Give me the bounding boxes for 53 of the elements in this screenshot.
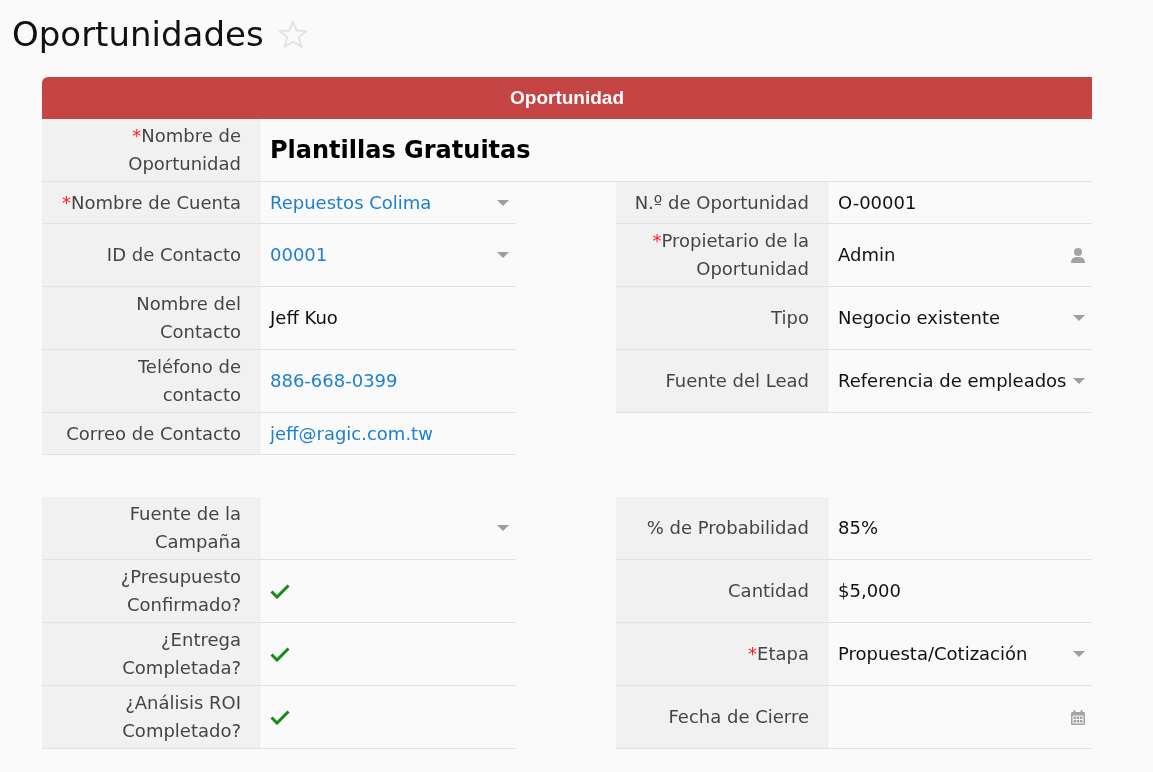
dropdown-field[interactable]: Referencia de empleados (828, 350, 1092, 413)
text-field[interactable]: 886-668-0399 (260, 350, 516, 413)
field-value: Plantillas Gratuitas (270, 135, 531, 166)
field-label: ¿Análisis ROI Completado? (42, 686, 260, 749)
field-label: Tipo (616, 287, 828, 350)
user-field[interactable]: Admin (828, 224, 1092, 287)
field-value: Negocio existente (838, 306, 1001, 330)
caret-icon (497, 199, 509, 206)
field-label: Fuente del Lead (616, 350, 828, 413)
field-label: Fuente de la Campaña (42, 497, 260, 560)
text-field[interactable]: Jeff Kuo (260, 287, 516, 350)
section-header: Oportunidad (42, 77, 1092, 119)
field-label: ID de Contacto (42, 224, 260, 287)
field-value: $5,000 (838, 579, 901, 603)
field-label: N.º de Oportunidad (616, 182, 828, 224)
field-label: *Nombre de Cuenta (42, 182, 260, 224)
field-label: Teléfono de contacto (42, 350, 260, 413)
field-label: Nombre del Contacto (42, 287, 260, 350)
dropdown-field[interactable]: Repuestos Colima (260, 182, 516, 224)
value-link[interactable]: 00001 (270, 241, 328, 269)
dropdown-field[interactable]: Negocio existente (828, 287, 1092, 350)
field-label: *Etapa (616, 623, 828, 686)
field-label: Correo de Contacto (42, 413, 260, 455)
field-value: 85% (838, 516, 878, 540)
field-value: Admin (838, 243, 896, 267)
field-value: Propuesta/Cotización (838, 642, 1028, 666)
field-label: % de Probabilidad (616, 497, 828, 560)
value-link[interactable]: 886-668-0399 (270, 367, 398, 395)
dropdown-field[interactable]: 00001 (260, 224, 516, 287)
caret-icon (1073, 378, 1085, 384)
caret-icon (497, 252, 509, 258)
page-title: Oportunidades (12, 13, 264, 56)
calendar-icon (1071, 709, 1085, 725)
caret-icon (497, 525, 509, 531)
caret-icon (1073, 651, 1085, 657)
field-value: Referencia de empleados (838, 369, 1067, 393)
text-field[interactable]: 85% (828, 497, 1092, 560)
text-field[interactable]: O-00001 (828, 182, 1092, 224)
value-link[interactable]: jeff@ragic.com.tw (270, 419, 433, 448)
field-value: O-00001 (838, 190, 917, 215)
value-link[interactable]: Repuestos Colima (270, 188, 432, 217)
text-field[interactable]: jeff@ragic.com.tw (260, 413, 516, 455)
field-label: Fecha de Cierre (616, 686, 828, 749)
text-field[interactable]: $5,000 (828, 560, 1092, 623)
field-label: ¿Presupuesto Confirmado? (42, 560, 260, 623)
caret-icon (1073, 315, 1085, 321)
field-label: *Nombre de Oportunidad (42, 119, 260, 182)
field-value: Jeff Kuo (270, 306, 338, 330)
field-label: Cantidad (616, 560, 828, 623)
field-label: *Propietario de la Oportunidad (616, 224, 828, 287)
dropdown-field[interactable]: Propuesta/Cotización (828, 623, 1092, 686)
user-icon (1071, 247, 1085, 263)
field-label: ¿Entrega Completada? (42, 623, 260, 686)
